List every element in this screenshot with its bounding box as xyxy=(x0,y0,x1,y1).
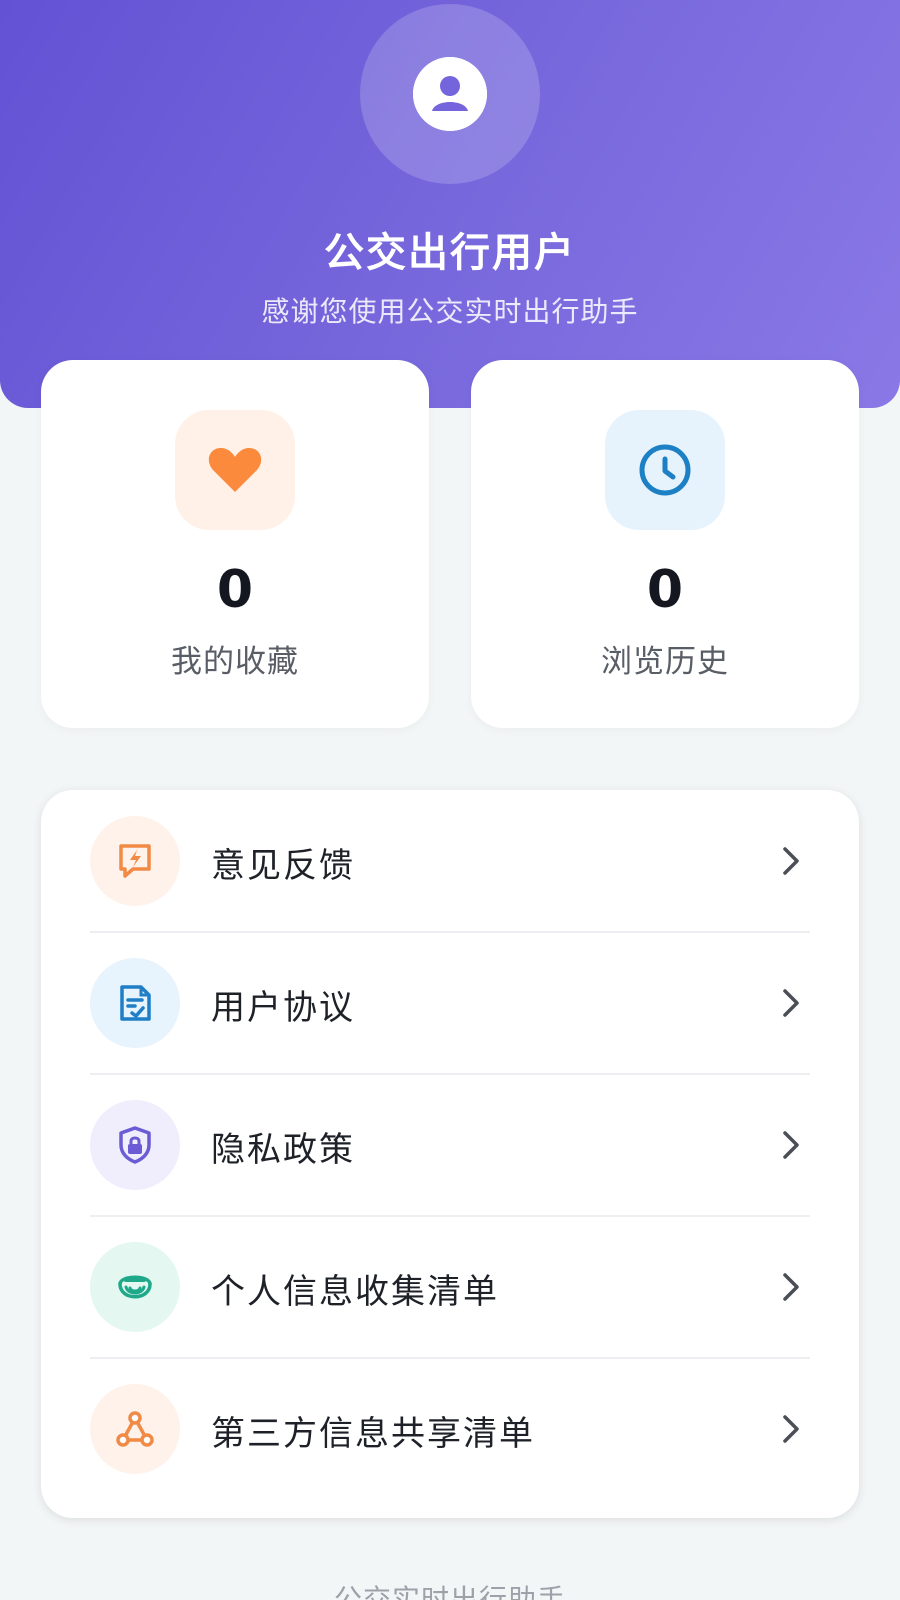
share-icon-wrap xyxy=(90,1384,180,1474)
chevron-right-icon xyxy=(783,847,799,875)
favorites-label: 我的收藏 xyxy=(171,644,299,680)
menu-label-third-party-sharing: 第三方信息共享清单 xyxy=(211,1414,535,1454)
info-collect-icon-wrap xyxy=(90,1242,180,1332)
chevron-right-icon xyxy=(783,1131,799,1159)
chevron-right-icon xyxy=(783,989,799,1017)
user-icon xyxy=(413,57,487,131)
favorites-card[interactable]: 0 我的收藏 xyxy=(41,360,429,728)
favorites-count: 0 xyxy=(216,560,254,620)
menu-item-user-agreement[interactable]: 用户协议 xyxy=(41,932,859,1074)
menu-item-third-party-sharing[interactable]: 第三方信息共享清单 xyxy=(41,1358,859,1500)
document-icon xyxy=(120,985,151,1021)
menu-item-feedback[interactable]: 意见反馈 xyxy=(41,790,859,932)
username: 公交出行用户 xyxy=(324,230,576,276)
document-icon-wrap xyxy=(90,958,180,1048)
shield-icon-wrap xyxy=(90,1100,180,1190)
history-card[interactable]: 0 浏览历史 xyxy=(471,360,859,728)
feedback-icon xyxy=(119,844,151,878)
share-icon xyxy=(116,1411,154,1447)
menu-item-info-collection[interactable]: 个人信息收集清单 xyxy=(41,1216,859,1358)
shield-lock-icon xyxy=(119,1126,151,1164)
history-count: 0 xyxy=(646,560,684,620)
menu-item-privacy-policy[interactable]: 隐私政策 xyxy=(41,1074,859,1216)
history-icon-tile xyxy=(605,410,725,530)
info-collect-icon xyxy=(118,1275,152,1299)
profile-header: 公交出行用户 感谢您使用公交实时出行助手 xyxy=(0,0,900,408)
settings-menu: 意见反馈 用户协议 隐私政策 个人信息收集清单 第三方信息共享清单 xyxy=(41,790,859,1518)
chevron-right-icon xyxy=(783,1415,799,1443)
favorites-icon-tile xyxy=(175,410,295,530)
tagline: 感谢您使用公交实时出行助手 xyxy=(261,295,639,328)
menu-label-privacy-policy: 隐私政策 xyxy=(211,1130,355,1170)
chevron-right-icon xyxy=(783,1273,799,1301)
menu-label-user-agreement: 用户协议 xyxy=(211,988,355,1028)
menu-label-info-collection: 个人信息收集清单 xyxy=(211,1272,499,1312)
avatar[interactable] xyxy=(413,57,487,131)
footer-app-name: 公交实时出行助手 xyxy=(333,1583,566,1600)
history-label: 浏览历史 xyxy=(601,644,729,680)
heart-icon xyxy=(208,448,262,492)
profile-page: 公交出行用户 感谢您使用公交实时出行助手 0 我的收藏 0 浏览历史 意见反馈 … xyxy=(0,0,900,1600)
feedback-icon-wrap xyxy=(90,816,180,906)
menu-label-feedback: 意见反馈 xyxy=(211,846,355,886)
clock-icon xyxy=(639,444,691,496)
